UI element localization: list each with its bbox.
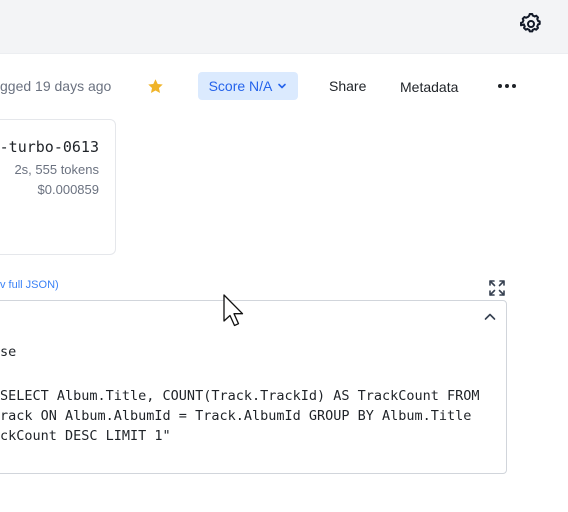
star-icon[interactable] [147, 78, 164, 95]
more-horizontal-icon[interactable] [496, 78, 518, 94]
view-full-json-link[interactable]: v full JSON) [0, 279, 59, 291]
gear-icon[interactable] [519, 12, 543, 36]
code-line: rack ON Album.AlbumId = Track.AlbumId GR… [0, 408, 472, 424]
logged-time-text: gged 19 days ago [0, 78, 112, 94]
code-line: ckCount DESC LIMIT 1" [0, 428, 171, 444]
model-card[interactable]: -turbo-0613 2s, 555 tokens $0.000859 [0, 119, 116, 255]
model-cost: $0.000859 [37, 182, 99, 197]
metadata-button[interactable]: Metadata [400, 79, 458, 95]
model-name: -turbo-0613 [0, 138, 99, 156]
expand-icon[interactable] [488, 279, 506, 297]
output-section-label: se [0, 344, 17, 360]
score-button[interactable]: Score N/A [198, 72, 298, 100]
output-panel [0, 300, 507, 474]
share-button[interactable]: Share [329, 78, 366, 94]
model-stats: 2s, 555 tokens [14, 162, 99, 177]
chevron-up-icon[interactable] [483, 310, 497, 324]
chevron-down-icon [278, 83, 287, 89]
score-label: Score N/A [208, 78, 273, 94]
trace-meta-row: gged 19 days ago Score N/A Share Metadat… [0, 70, 568, 102]
top-bar [0, 0, 568, 54]
code-line: SELECT Album.Title, COUNT(Track.TrackId)… [0, 388, 480, 404]
